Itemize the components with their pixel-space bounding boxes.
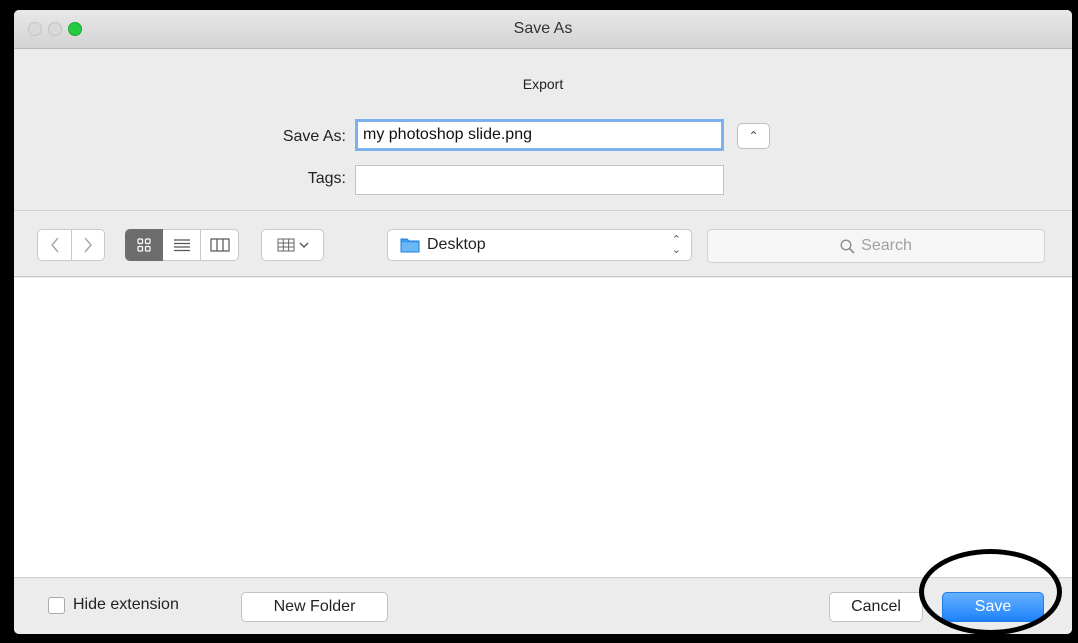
file-browser-area[interactable] — [14, 278, 1072, 577]
search-placeholder: Search — [861, 237, 912, 254]
new-folder-button[interactable]: New Folder — [241, 592, 388, 622]
arrange-button[interactable] — [261, 229, 324, 261]
icon-grid-icon — [137, 238, 151, 252]
cancel-button[interactable]: Cancel — [829, 592, 923, 622]
chevron-right-icon — [84, 237, 92, 253]
window-title: Save As — [513, 20, 573, 37]
location-popup[interactable]: Desktop ⌃ ⌄ — [387, 229, 692, 261]
column-view-button[interactable] — [201, 229, 239, 261]
browser-toolbar: Desktop ⌃ ⌄ Search — [14, 212, 1072, 277]
hide-extension-label: Hide extension — [73, 596, 179, 613]
tags-input[interactable] — [355, 165, 724, 195]
list-view-button[interactable] — [163, 229, 201, 261]
chevron-down-icon — [299, 242, 308, 248]
search-field[interactable]: Search — [707, 229, 1045, 263]
icon-view-button[interactable] — [125, 229, 163, 261]
filename-input[interactable] — [355, 119, 724, 151]
hide-extension-checkbox[interactable] — [48, 596, 65, 614]
save-options-panel: Export Save As: ⌃ Tags: — [14, 50, 1072, 211]
dialog-footer: Hide extension New Folder Cancel Save — [14, 577, 1072, 634]
navigation-buttons — [37, 229, 105, 261]
up-down-arrows-icon: ⌃ ⌄ — [671, 234, 681, 256]
tags-label: Tags: — [307, 170, 346, 187]
chevron-up-icon: ⌃ — [748, 129, 759, 143]
columns-icon — [209, 238, 230, 252]
chevron-left-icon — [50, 237, 59, 253]
save-dialog: Save As Export Save As: ⌃ Tags: — [14, 10, 1072, 634]
save-as-label: Save As: — [282, 128, 346, 145]
location-label: Desktop — [427, 236, 486, 253]
title-bar: Save As — [14, 10, 1072, 49]
search-icon — [840, 238, 855, 254]
arrange-grid-icon — [277, 238, 294, 252]
format-label: Export — [522, 76, 564, 92]
back-button[interactable] — [37, 229, 71, 261]
save-button[interactable]: Save — [942, 592, 1044, 622]
list-icon — [173, 239, 190, 252]
hide-extension-option[interactable]: Hide extension — [48, 596, 179, 614]
view-mode-selector — [125, 229, 239, 261]
collapse-dialog-button[interactable]: ⌃ — [737, 123, 770, 149]
forward-button[interactable] — [71, 229, 105, 261]
folder-icon — [400, 237, 420, 253]
